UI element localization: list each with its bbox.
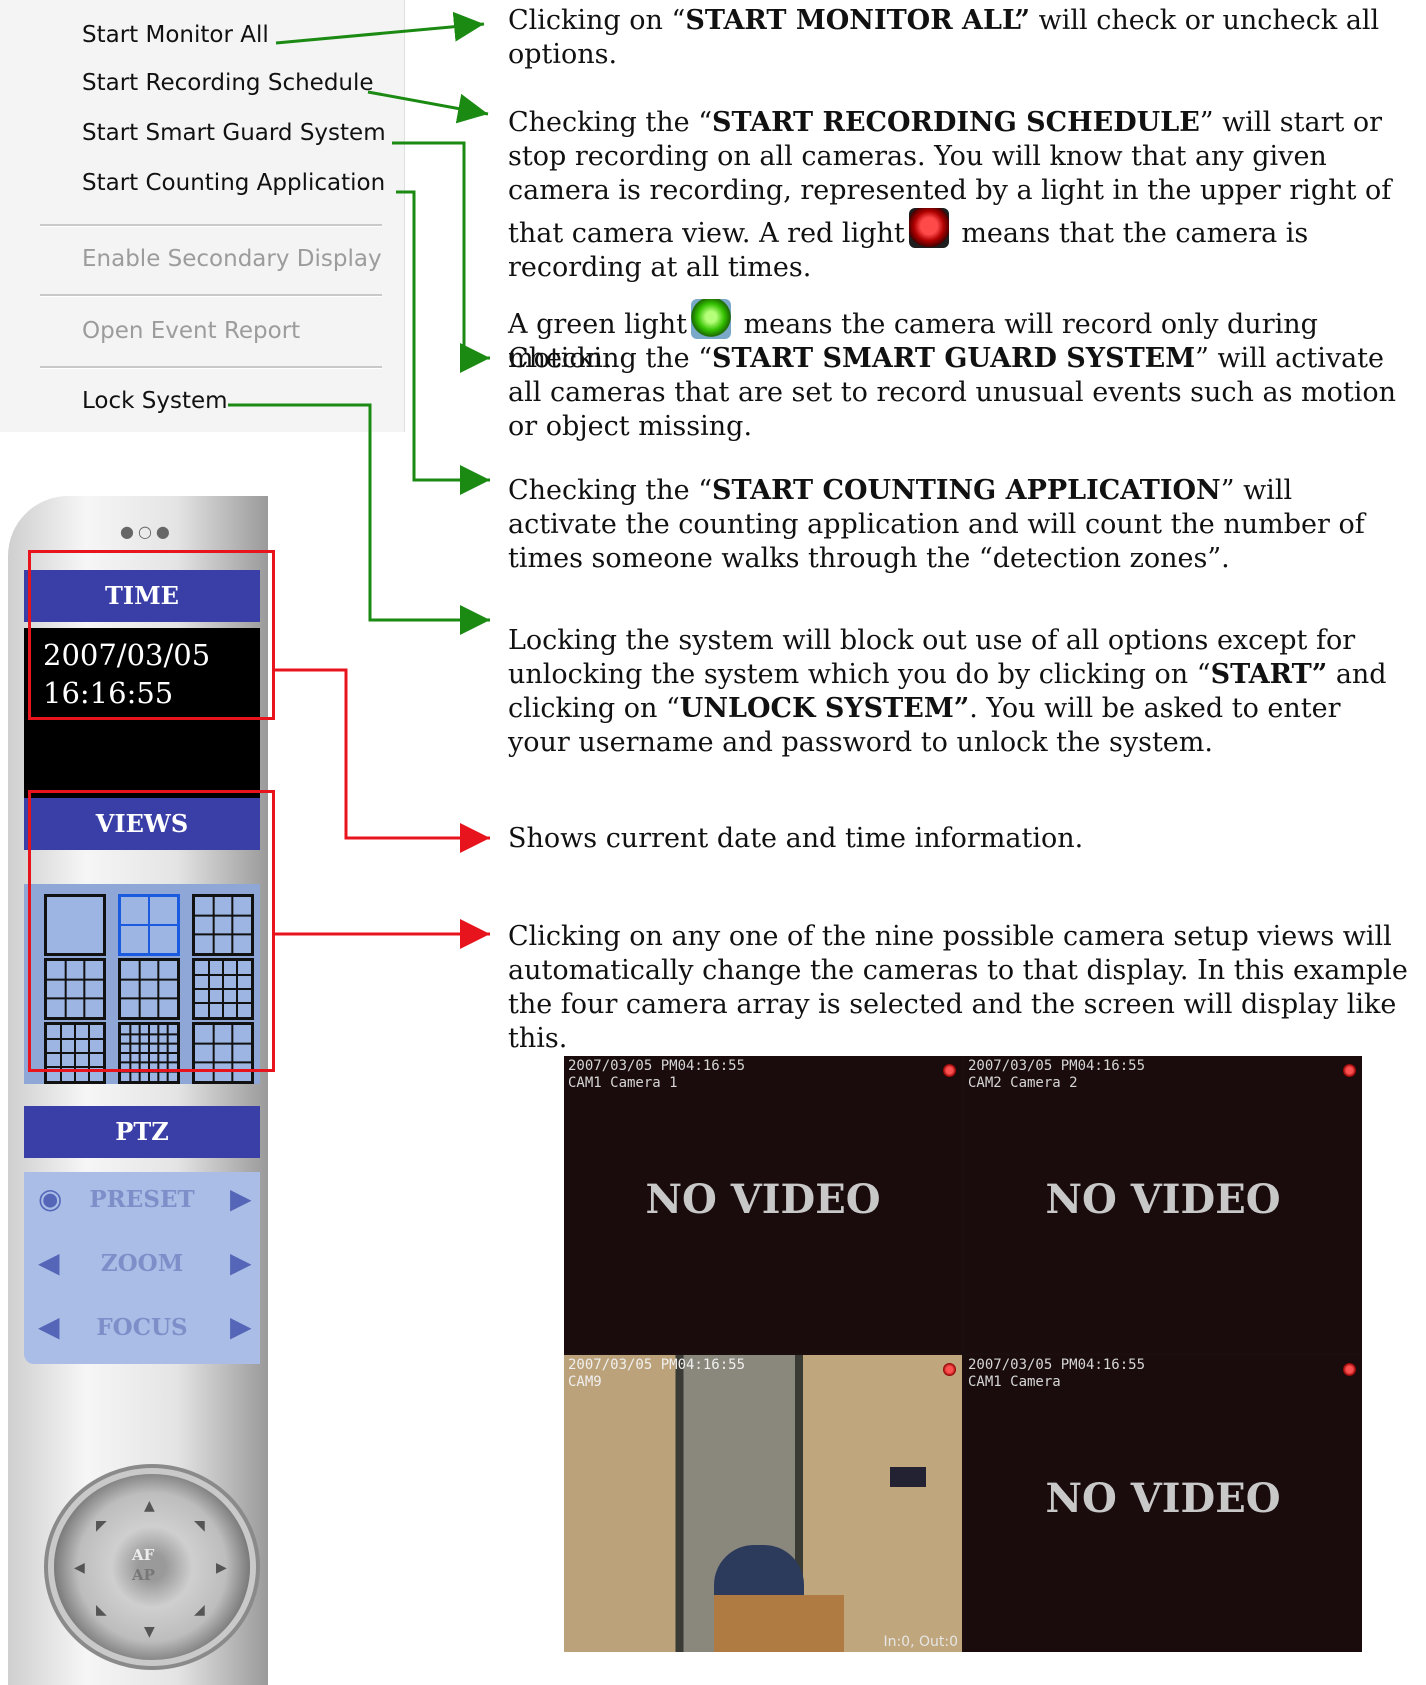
record-light-icon bbox=[1343, 1363, 1356, 1376]
menu-item-lock-system[interactable]: Lock System bbox=[82, 388, 228, 414]
menu-item-open-event-report: Open Event Report bbox=[82, 318, 301, 344]
pan-down-icon[interactable]: ▼ bbox=[144, 1624, 155, 1640]
time-highlight-box bbox=[28, 550, 275, 720]
autopan-label[interactable]: AP bbox=[132, 1566, 155, 1584]
camera-tile: 2007/03/05 PM04:16:55 CAM9 In:0, Out:0 bbox=[564, 1355, 962, 1652]
camera-feed-image bbox=[564, 1355, 962, 1652]
no-video-label: NO VIDEO bbox=[1045, 1475, 1281, 1522]
menu-item-start-monitor-all[interactable]: Start Monitor All bbox=[82, 22, 269, 48]
counting-readout: In:0, Out:0 bbox=[883, 1634, 958, 1650]
arrow-smart-guard bbox=[392, 141, 490, 373]
record-light-icon bbox=[1343, 1064, 1356, 1077]
desc-smart-guard: Checking the “START SMART GUARD SYSTEM” … bbox=[508, 343, 1396, 442]
door-sign bbox=[890, 1467, 926, 1487]
views-highlight-box bbox=[28, 790, 275, 1072]
autofocus-label[interactable]: AF bbox=[132, 1546, 154, 1564]
camera-tile: 2007/03/05 PM04:16:55 CAM1 Camera 1 NO V… bbox=[564, 1056, 962, 1353]
menu-item-start-smart-guard-system[interactable]: Start Smart Guard System bbox=[82, 120, 386, 146]
menu-item-enable-secondary-display: Enable Secondary Display bbox=[82, 246, 382, 272]
desc-counting: Checking the “START COUNTING APPLICATION… bbox=[508, 475, 1365, 574]
desc-time: Shows current date and time information. bbox=[508, 823, 1084, 854]
cardboard-box bbox=[714, 1595, 844, 1652]
pan-down-right-icon[interactable]: ◢ bbox=[194, 1602, 205, 1618]
ptz-zoom-label: ZOOM bbox=[100, 1250, 184, 1277]
camera-tile: 2007/03/05 PM04:16:55 CAM2 Camera 2 NO V… bbox=[964, 1056, 1362, 1353]
camera-tile: 2007/03/05 PM04:16:55 CAM1 Camera NO VID… bbox=[964, 1355, 1362, 1652]
green-light-icon bbox=[691, 299, 731, 339]
window-dots-icon: ●○● bbox=[120, 522, 174, 541]
no-video-label: NO VIDEO bbox=[645, 1176, 881, 1223]
menu-item-start-counting-application[interactable]: Start Counting Application bbox=[82, 170, 385, 196]
desc-recording-schedule: Checking the “START RECORDING SCHEDULE” … bbox=[508, 107, 1392, 374]
pan-up-left-icon[interactable]: ◤ bbox=[96, 1518, 107, 1534]
focus-far-icon[interactable]: ▶ bbox=[230, 1310, 252, 1343]
desc-monitor-all: Clicking on “START MONITOR ALL” will che… bbox=[508, 5, 1380, 70]
pan-down-left-icon[interactable]: ◣ bbox=[96, 1602, 107, 1618]
pan-right-icon[interactable]: ▶ bbox=[216, 1560, 227, 1576]
ptz-header: PTZ bbox=[24, 1106, 260, 1158]
ptz-focus-row: ◀ FOCUS ▶ bbox=[24, 1300, 260, 1356]
camera-view-preview: 2007/03/05 PM04:16:55 CAM1 Camera 1 NO V… bbox=[564, 1056, 1362, 1652]
pan-left-icon[interactable]: ◀ bbox=[74, 1560, 85, 1576]
record-light-icon bbox=[943, 1363, 956, 1376]
no-video-label: NO VIDEO bbox=[1045, 1176, 1281, 1223]
arrow-time bbox=[274, 668, 490, 853]
menu-separator bbox=[40, 294, 382, 297]
desc-views: Clicking on any one of the nine possible… bbox=[508, 921, 1408, 1054]
ptz-preset-label: PRESET bbox=[89, 1186, 195, 1213]
start-context-menu: Start Monitor All Start Recording Schedu… bbox=[0, 0, 405, 432]
ptz-direction-dial[interactable]: ▲ ▼ ◀ ▶ ◤ ◥ ◣ ◢ AF AP bbox=[54, 1474, 250, 1660]
ptz-preset-row: ◉ PRESET ▶ bbox=[24, 1172, 260, 1228]
desc-lock-system: Locking the system will block out use of… bbox=[508, 625, 1387, 758]
ptz-zoom-row: ◀ ZOOM ▶ bbox=[24, 1236, 260, 1292]
record-light-icon bbox=[943, 1064, 956, 1077]
pan-up-icon[interactable]: ▲ bbox=[144, 1498, 155, 1514]
camera-overlay: 2007/03/05 PM04:16:55 CAM2 Camera 2 bbox=[968, 1058, 1146, 1091]
menu-separator bbox=[40, 366, 382, 369]
camera-overlay: 2007/03/05 PM04:16:55 CAM1 Camera 1 bbox=[568, 1058, 746, 1091]
menu-item-start-recording-schedule[interactable]: Start Recording Schedule bbox=[82, 70, 374, 96]
arrow-counting bbox=[396, 190, 490, 495]
preset-next-icon[interactable]: ▶ bbox=[230, 1182, 252, 1215]
menu-separator bbox=[40, 224, 382, 227]
ptz-focus-label: FOCUS bbox=[96, 1314, 188, 1341]
pan-up-right-icon[interactable]: ◥ bbox=[194, 1518, 205, 1534]
camera-overlay: 2007/03/05 PM04:16:55 CAM1 Camera bbox=[968, 1357, 1146, 1390]
camera-overlay: 2007/03/05 PM04:16:55 CAM9 bbox=[568, 1357, 746, 1390]
zoom-in-icon[interactable]: ▶ bbox=[230, 1246, 252, 1279]
red-light-icon bbox=[908, 208, 949, 248]
